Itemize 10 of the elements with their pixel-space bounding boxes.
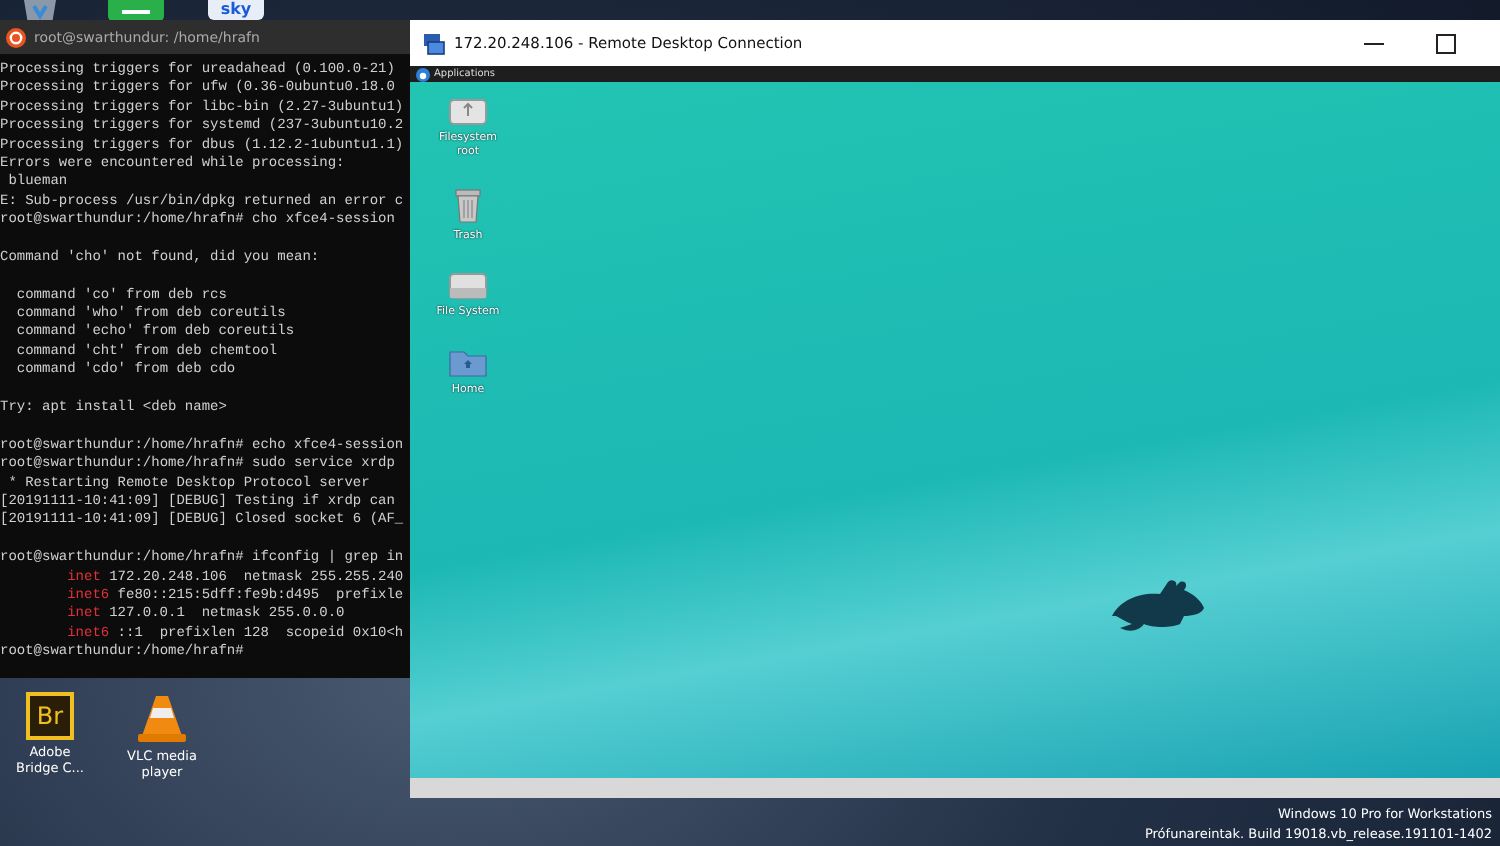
- app-tile-icon[interactable]: [108, 0, 164, 22]
- remote-desktop-icon: [422, 31, 446, 55]
- logo-text: Br: [36, 702, 64, 730]
- traffic-cone-icon[interactable]: [136, 692, 188, 744]
- ubuntu-logo-icon: [6, 27, 26, 47]
- maximize-icon[interactable]: [1436, 33, 1456, 53]
- app-tile[interactable]: sky: [208, 0, 264, 20]
- drive-icon[interactable]: [448, 98, 488, 126]
- app-logo-icon[interactable]: Br: [26, 692, 74, 740]
- folder-icon[interactable]: [448, 348, 488, 378]
